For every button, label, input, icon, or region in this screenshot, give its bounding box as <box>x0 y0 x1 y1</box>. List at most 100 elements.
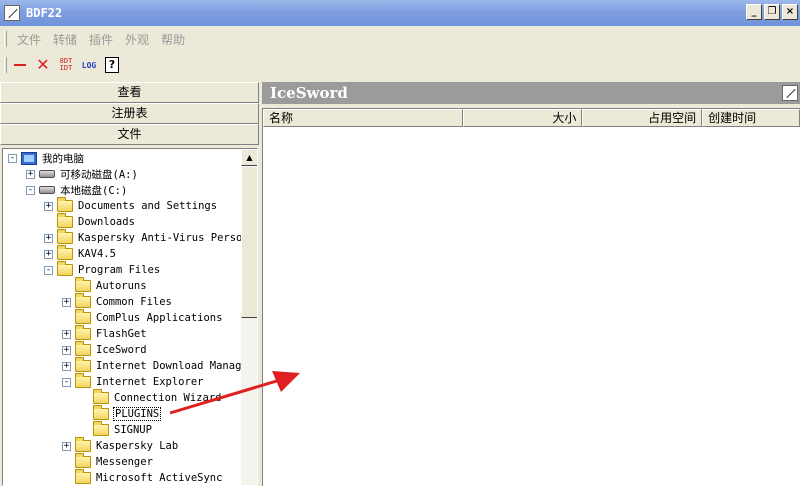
collapse-minus-icon[interactable]: - <box>26 185 35 195</box>
minimize-button[interactable]: _ <box>746 4 762 20</box>
tree-node[interactable]: + Kaspersky Lab <box>62 437 179 454</box>
log-button[interactable]: LOG <box>79 55 99 75</box>
column-header-size[interactable]: 大小 <box>462 109 583 127</box>
ssdt-icon: 8DT IDT <box>60 58 73 72</box>
folder-icon <box>57 229 73 244</box>
tree-scrollbar[interactable]: ▲ <box>241 149 257 485</box>
tree-node[interactable]: + 可移动磁盘(A:) <box>26 166 139 182</box>
close-button[interactable]: × <box>782 4 798 20</box>
menu-dump[interactable]: 转储 <box>53 31 77 48</box>
expand-plus-icon[interactable]: + <box>62 361 71 371</box>
tree-node[interactable]: Downloads <box>44 213 136 230</box>
collapse-minus-icon[interactable]: - <box>62 377 71 387</box>
tree-node[interactable]: Autoruns <box>62 277 148 294</box>
tab-files[interactable]: 文件 <box>0 124 259 145</box>
tree-node-label: PLUGINS <box>113 407 162 421</box>
expand-plus-icon[interactable]: + <box>62 297 71 307</box>
title-bar: BDF22 _ ❐ × <box>0 0 800 26</box>
tree-node[interactable]: - 本地磁盘(C:) <box>26 182 128 198</box>
file-list[interactable]: 名称 大小 占用空间 创建时间 <box>262 108 800 486</box>
expand-plus-icon[interactable]: + <box>62 329 71 339</box>
folder-icon <box>75 453 91 468</box>
tree-node-label: Downloads <box>78 216 135 228</box>
tree-node-label: Program Files <box>78 264 161 276</box>
tree-node[interactable]: - Internet Explorer <box>62 373 204 390</box>
tree-node-label: 我的电脑 <box>42 152 84 165</box>
tree-node[interactable]: + FlashGet <box>62 325 148 342</box>
right-panel-title: IceSword <box>270 84 348 102</box>
window-title: BDF22 <box>26 6 63 20</box>
menu-grip <box>4 31 7 47</box>
delete-button[interactable]: ✕ <box>33 55 53 75</box>
toolbar: ✕ 8DT IDT LOG ? <box>0 52 800 78</box>
ssdt-icon-line2: IDT <box>59 64 73 72</box>
folder-icon <box>75 357 91 372</box>
folder-icon <box>57 245 73 260</box>
column-header-created-time[interactable]: 创建时间 <box>702 109 800 127</box>
expand-plus-icon[interactable]: + <box>44 201 53 211</box>
tree-node[interactable]: + Kaspersky Anti-Virus Person <box>44 229 241 246</box>
minus-button[interactable] <box>10 55 30 75</box>
tree-node-label: 可移动磁盘(A:) <box>60 168 138 181</box>
expand-plus-icon[interactable]: + <box>44 249 53 259</box>
column-header-used-space[interactable]: 占用空间 <box>582 109 703 127</box>
folder-icon <box>75 437 91 452</box>
tree-node-label: Common Files <box>96 296 172 308</box>
collapse-minus-icon[interactable]: - <box>44 265 53 275</box>
tree-node-label: Messenger <box>96 456 153 468</box>
folder-icon <box>57 213 73 228</box>
menu-bar: 文件 转储 插件 外观 帮助 <box>0 26 800 52</box>
file-tree: - 我的电脑 + 可移动磁盘(A:) - 本地磁盘(C:) + Documents and S… <box>2 148 258 486</box>
restore-button[interactable]: ❐ <box>764 4 780 20</box>
folder-icon <box>75 341 91 356</box>
tree-node[interactable]: + Common Files <box>62 293 173 310</box>
ssdt-button[interactable]: 8DT IDT <box>56 55 76 75</box>
tree-node[interactable]: - 我的电脑 <box>8 150 85 166</box>
tree-node[interactable]: + KAV4.5 <box>44 245 117 262</box>
tree-node[interactable]: + IceSword <box>62 341 148 358</box>
expand-plus-icon[interactable]: + <box>62 441 71 451</box>
menu-help[interactable]: 帮助 <box>161 31 185 48</box>
menu-plugins[interactable]: 插件 <box>89 31 113 48</box>
tree-node[interactable]: + Documents and Settings <box>44 197 218 214</box>
expand-plus-icon[interactable]: + <box>44 233 53 243</box>
tree-node[interactable]: SIGNUP <box>80 421 153 438</box>
help-icon: ? <box>105 57 119 73</box>
collapse-minus-icon[interactable]: - <box>8 153 17 163</box>
expand-plus-icon[interactable]: + <box>26 169 35 179</box>
tree-node-label: Kaspersky Lab <box>96 440 179 452</box>
red-x-icon: ✕ <box>36 55 50 74</box>
right-panel: IceSword 名称 大小 占用空间 创建时间 <box>262 82 800 486</box>
tree-node[interactable]: + Internet Download Manage <box>62 357 241 374</box>
tree-node-label: Autoruns <box>96 280 147 292</box>
resize-corner-icon[interactable] <box>782 85 798 101</box>
column-header-name[interactable]: 名称 <box>263 109 463 127</box>
scroll-up-button[interactable]: ▲ <box>241 149 257 166</box>
folder-icon <box>75 309 91 324</box>
drive-icon <box>39 170 55 178</box>
tree-node-label: Connection Wizard <box>114 392 222 404</box>
minus-icon <box>14 64 26 66</box>
menu-file[interactable]: 文件 <box>17 31 41 48</box>
tree-node[interactable]: - Program Files <box>44 261 161 278</box>
help-button[interactable]: ? <box>102 55 122 75</box>
tree-node[interactable]: PLUGINS <box>80 405 162 422</box>
tree-node-label: Internet Explorer <box>96 376 204 388</box>
folder-icon <box>93 421 109 436</box>
tab-registry[interactable]: 注册表 <box>0 103 259 124</box>
tree-node[interactable]: Messenger <box>62 453 154 470</box>
folder-icon <box>93 405 109 420</box>
folder-icon <box>93 389 109 404</box>
expand-plus-icon[interactable]: + <box>62 345 71 355</box>
tree-node[interactable]: Connection Wizard <box>80 389 222 406</box>
menu-appearance[interactable]: 外观 <box>125 31 149 48</box>
tree-node-label: SIGNUP <box>114 424 152 436</box>
tree-node[interactable]: ComPlus Applications <box>62 309 223 326</box>
scroll-thumb[interactable] <box>241 166 257 318</box>
drive-icon <box>39 186 55 194</box>
tab-view[interactable]: 查看 <box>0 82 259 103</box>
folder-icon <box>75 373 91 388</box>
tree-node-label: Internet Download Manage <box>96 360 241 372</box>
tree-node-label: IceSword <box>96 344 147 356</box>
tree-node[interactable]: Microsoft ActiveSync <box>62 469 223 485</box>
